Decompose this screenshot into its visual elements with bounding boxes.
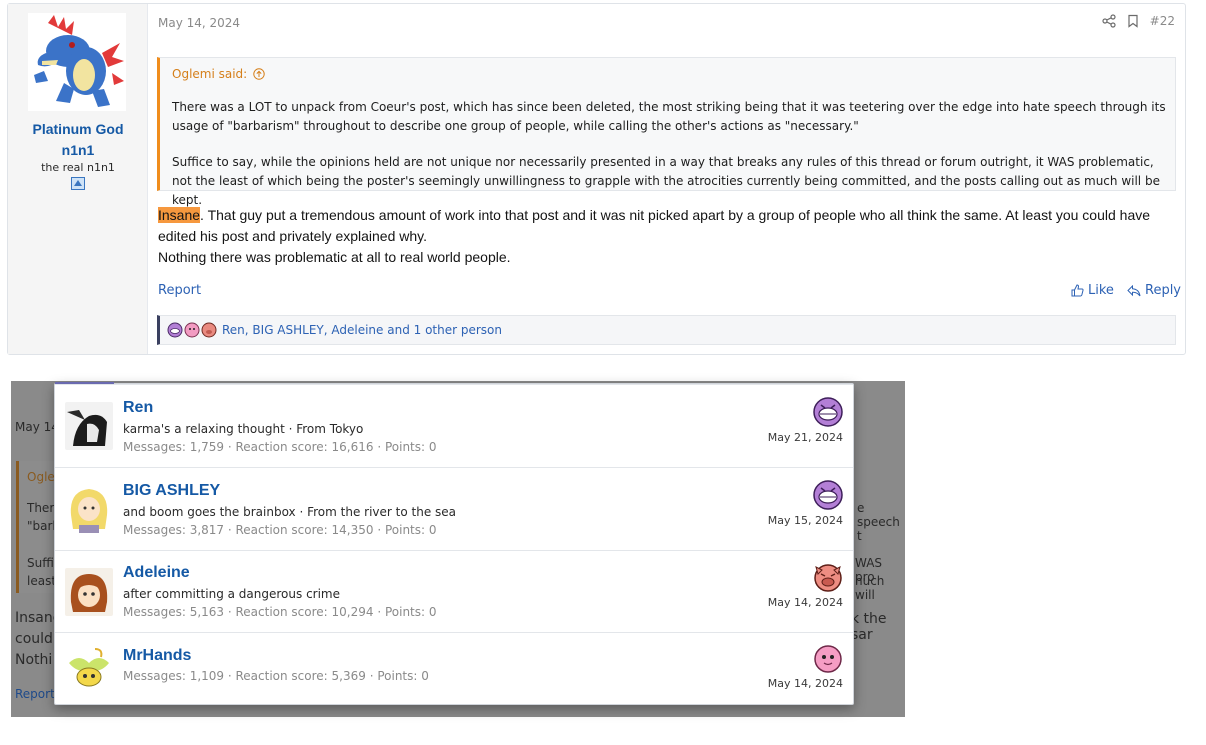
reactions-popup: Ren karma's a relaxing thought · From To…: [54, 382, 854, 705]
bg-text: could: [15, 631, 53, 647]
reactor-row: BIG ASHLEY and boom goes the brainbox · …: [55, 467, 853, 550]
reactor-row: MrHands Messages: 1,109 · Reaction score…: [55, 632, 853, 705]
angry-pig-icon: [814, 564, 842, 592]
reply-label: Reply: [1145, 283, 1182, 298]
reactions-bar[interactable]: Ren, BIG ASHLEY, Adeleine and 1 other pe…: [157, 315, 1176, 345]
bg-text: Nothi: [15, 652, 53, 668]
reactor-stats: Messages: 1,759 · Reaction score: 16,616…: [123, 440, 437, 454]
quote-author[interactable]: Oglemi said:: [172, 67, 247, 81]
reactor-name[interactable]: BIG ASHLEY: [123, 482, 220, 500]
bg-text: nuch will: [855, 574, 885, 602]
purple-face-icon: [167, 322, 183, 338]
angry-pig-icon: [201, 322, 217, 338]
share-icon[interactable]: [1102, 14, 1116, 28]
post-actions: #22: [1102, 14, 1175, 28]
reactor-name[interactable]: MrHands: [123, 647, 191, 665]
bg-text: Ther: [27, 501, 55, 515]
bg-text: k the sar: [851, 611, 887, 643]
report-link[interactable]: Report: [158, 283, 201, 298]
bg-text: Suffi: [27, 556, 54, 570]
message-text: Nothing there was problematic at all to …: [158, 249, 511, 265]
reactor-title: after committing a dangerous crime: [123, 587, 341, 601]
reactor-stats: Messages: 3,817 · Reaction score: 14,350…: [123, 523, 437, 537]
bookmark-icon[interactable]: [1126, 14, 1140, 28]
reaction-date: May 21, 2024: [767, 431, 843, 444]
quote-block: Oglemi said: There was a LOT to unpack f…: [157, 57, 1176, 207]
purple-face-icon: [813, 480, 843, 510]
quote-paragraph: Suffice to say, while the opinions held …: [172, 155, 1160, 207]
reactor-stats: Messages: 5,163 · Reaction score: 10,294…: [123, 605, 437, 619]
reaction-date: May 14, 2024: [767, 596, 843, 609]
reactor-stats: Messages: 1,109 · Reaction score: 5,369 …: [123, 669, 429, 683]
reactor-name[interactable]: Adeleine: [123, 564, 190, 582]
post-footer: Report Like Reply: [158, 283, 1181, 303]
purple-face-icon: [813, 397, 843, 427]
like-label: Like: [1088, 283, 1114, 298]
reaction-date: May 14, 2024: [767, 677, 843, 690]
highlighted-word: Insane: [158, 207, 201, 223]
quote-header[interactable]: Oglemi said:: [172, 67, 265, 81]
bg-date: May 14: [15, 420, 59, 434]
reactor-avatar[interactable]: [65, 568, 113, 616]
post-number-link[interactable]: #22: [1150, 14, 1175, 28]
bg-text: least: [27, 574, 57, 588]
reactor-name[interactable]: Ren: [123, 399, 153, 417]
quote-paragraph: There was a LOT to unpack from Coeur's p…: [172, 100, 1166, 133]
bg-quote-author: Ogle: [27, 470, 55, 484]
message-text: . That guy put a tremendous amount of wo…: [158, 207, 1151, 244]
reactor-avatar[interactable]: [65, 402, 113, 450]
user-avatar[interactable]: [28, 13, 126, 111]
reply-icon: [1127, 284, 1141, 296]
username[interactable]: Platinum God n1n1: [16, 119, 140, 161]
arrow-up-circle-icon[interactable]: [253, 68, 265, 80]
bg-text: Report: [15, 687, 55, 701]
forum-post: Platinum God n1n1 the real n1n1 May 14, …: [7, 3, 1186, 355]
reactor-row: Ren karma's a relaxing thought · From To…: [55, 384, 853, 467]
pink-blob-icon: [814, 645, 842, 673]
bg-text: e speech t: [857, 501, 900, 543]
post-message: Insane. That guy put a tremendous amount…: [158, 205, 1168, 268]
bg-text: "barl: [27, 519, 56, 533]
reactor-avatar[interactable]: [65, 485, 113, 533]
user-badge-icon: [71, 177, 85, 190]
reactor-title: karma's a relaxing thought · From Tokyo: [123, 422, 364, 436]
user-title: the real n1n1: [41, 161, 115, 174]
pink-blob-icon: [184, 322, 200, 338]
reactor-title: and boom goes the brainbox · From the ri…: [123, 505, 456, 519]
reactor-avatar[interactable]: [65, 645, 113, 693]
post-date[interactable]: May 14, 2024: [158, 16, 240, 30]
like-button[interactable]: Like: [1071, 283, 1114, 298]
reactor-row: Adeleine after committing a dangerous cr…: [55, 550, 853, 633]
reactions-list[interactable]: Ren, BIG ASHLEY, Adeleine and 1 other pe…: [222, 323, 502, 337]
thumbs-up-icon: [1071, 284, 1084, 297]
reply-button[interactable]: Reply: [1127, 283, 1181, 298]
post-user-panel: Platinum God n1n1 the real n1n1: [8, 4, 148, 354]
reaction-date: May 15, 2024: [767, 514, 843, 527]
